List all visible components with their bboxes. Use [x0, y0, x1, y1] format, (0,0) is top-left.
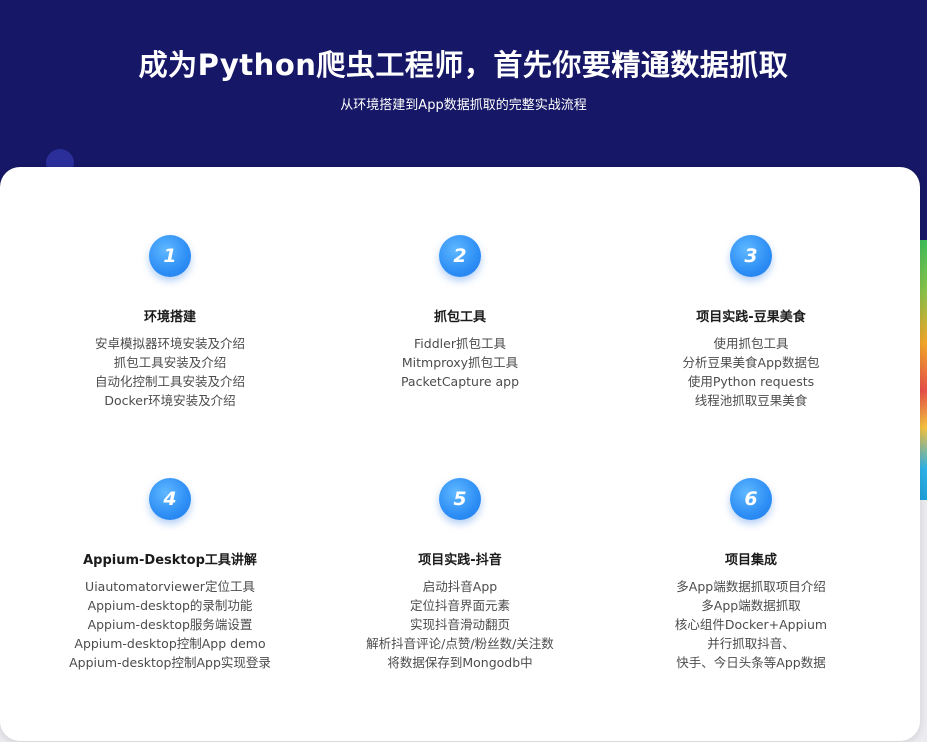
step-item: 线程池抓取豆果美食	[694, 393, 808, 408]
step-item: 核心组件Docker+Appium	[674, 617, 828, 632]
page-title: 成为Python爬虫工程师，首先你要精通数据抓取	[138, 48, 789, 82]
step-item: 自动化控制工具安装及介绍	[94, 374, 245, 389]
step-item: 将数据保存到Mongodb中	[387, 655, 533, 670]
step-item: 抓包工具安装及介绍	[113, 355, 227, 370]
step-item: Appium-desktop控制App实现登录	[69, 655, 271, 670]
step-2: 2 抓包工具 Fiddler抓包工具 Mitmproxy抓包工具 PacketC…	[310, 235, 610, 391]
step-item: PacketCapture app	[400, 374, 520, 389]
step-item-list: 使用抓包工具 分析豆果美食App数据包 使用Python requests 线程…	[601, 334, 901, 410]
step-item-list: 安卓模拟器环境安装及介绍 抓包工具安装及介绍 自动化控制工具安装及介绍 Dock…	[20, 334, 320, 410]
step-item: Appium-desktop的录制功能	[87, 598, 253, 613]
step-item: 使用抓包工具	[713, 336, 789, 351]
step-item-list: Fiddler抓包工具 Mitmproxy抓包工具 PacketCapture …	[310, 334, 610, 391]
step-number-badge: 4	[149, 478, 191, 520]
step-item: 并行抓取抖音、	[707, 636, 795, 651]
step-item: Docker环境安装及介绍	[104, 393, 236, 408]
step-number-badge: 6	[730, 478, 772, 520]
step-4: 4 Appium-Desktop工具讲解 Uiautomatorviewer定位…	[20, 478, 320, 672]
step-number-badge: 5	[439, 478, 481, 520]
step-item: 快手、今日头条等App数据	[676, 655, 826, 670]
step-1: 1 环境搭建 安卓模拟器环境安装及介绍 抓包工具安装及介绍 自动化控制工具安装及…	[20, 235, 320, 410]
step-5: 5 项目实践-抖音 启动抖音App 定位抖音界面元素 实现抖音滑动翻页 解析抖音…	[310, 478, 610, 672]
step-item: 使用Python requests	[687, 374, 815, 389]
step-title: 项目实践-豆果美食	[696, 310, 806, 325]
step-title: 抓包工具	[433, 310, 486, 325]
step-title: 项目实践-抖音	[418, 553, 502, 568]
step-item: 实现抖音滑动翻页	[409, 617, 510, 632]
step-item: 启动抖音App	[422, 579, 498, 594]
step-item-list: 多App端数据抓取项目介绍 多App端数据抓取 核心组件Docker+Appiu…	[601, 577, 901, 672]
step-item-list: 启动抖音App 定位抖音界面元素 实现抖音滑动翻页 解析抖音评论/点赞/粉丝数/…	[310, 577, 610, 672]
step-item: 安卓模拟器环境安装及介绍	[94, 336, 245, 351]
step-item: 分析豆果美食App数据包	[682, 355, 820, 370]
step-item: 定位抖音界面元素	[409, 598, 510, 613]
step-item: Uiautomatorviewer定位工具	[85, 579, 255, 594]
step-item: Mitmproxy抓包工具	[401, 355, 519, 370]
step-item: Appium-desktop控制App demo	[74, 636, 266, 651]
page-subtitle: 从环境搭建到App数据抓取的完整实战流程	[340, 98, 587, 113]
step-item: 多App端数据抓取项目介绍	[676, 579, 826, 594]
step-item: 多App端数据抓取	[701, 598, 801, 613]
step-number-badge: 3	[730, 235, 772, 277]
step-6: 6 项目集成 多App端数据抓取项目介绍 多App端数据抓取 核心组件Docke…	[601, 478, 901, 672]
step-item: Appium-desktop服务端设置	[87, 617, 253, 632]
step-3: 3 项目实践-豆果美食 使用抓包工具 分析豆果美食App数据包 使用Python…	[601, 235, 901, 410]
step-title: Appium-Desktop工具讲解	[83, 553, 257, 568]
step-item: 解析抖音评论/点赞/粉丝数/关注数	[366, 636, 554, 651]
step-number-badge: 1	[149, 235, 191, 277]
steps-card: 1 环境搭建 安卓模拟器环境安装及介绍 抓包工具安装及介绍 自动化控制工具安装及…	[0, 167, 920, 741]
step-item-list: Uiautomatorviewer定位工具 Appium-desktop的录制功…	[20, 577, 320, 672]
step-title: 环境搭建	[143, 310, 196, 325]
step-item: Fiddler抓包工具	[414, 336, 506, 351]
step-number-badge: 2	[439, 235, 481, 277]
step-title: 项目集成	[724, 553, 777, 568]
